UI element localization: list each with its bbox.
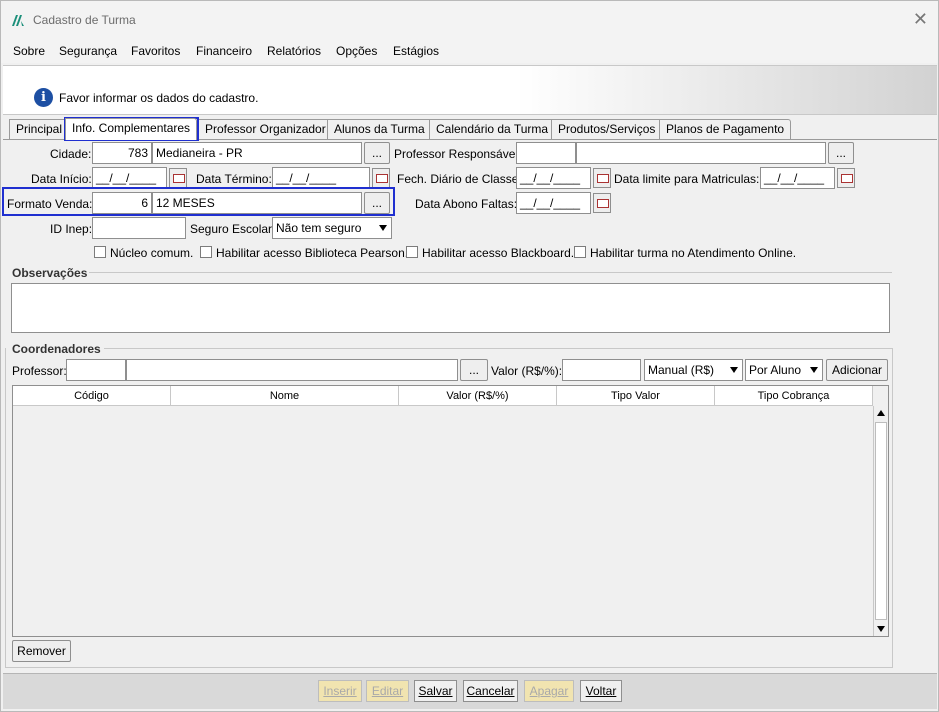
checkbox-blackboard-label: Habilitar acesso Blackboard. bbox=[422, 246, 575, 260]
data-abono-field[interactable]: __/__/____ bbox=[516, 192, 591, 214]
app-logo-icon bbox=[12, 15, 24, 26]
info-bar bbox=[3, 65, 937, 115]
fech-diario-label: Fech. Diário de Classe: bbox=[397, 172, 522, 186]
title-bar: Cadastro de Turma ✕ bbox=[1, 1, 938, 39]
coord-tipo-cobranca-select[interactable]: Por Aluno bbox=[745, 359, 823, 381]
coordenadores-divider bbox=[104, 348, 892, 349]
inserir-button[interactable]: Inserir bbox=[318, 680, 362, 702]
menu-bar: Sobre Segurança Favoritos Financeiro Rel… bbox=[1, 39, 938, 63]
coord-professor-name-field[interactable] bbox=[126, 359, 458, 381]
tab-info-complementares[interactable]: Info. Complementares bbox=[65, 118, 198, 140]
main-window: Cadastro de Turma ✕ Sobre Segurança Favo… bbox=[0, 0, 939, 712]
fech-diario-field[interactable]: __/__/____ bbox=[516, 167, 591, 189]
info-icon: i bbox=[34, 88, 53, 107]
coordenadores-label: Coordenadores bbox=[12, 342, 101, 356]
menu-relatorios[interactable]: Relatórios bbox=[267, 44, 321, 58]
column-header-tipo-cobranca[interactable]: Tipo Cobrança bbox=[715, 386, 873, 406]
data-inicio-label: Data Início: bbox=[31, 172, 92, 186]
tab-planos-de-pagamento[interactable]: Planos de Pagamento bbox=[659, 119, 792, 139]
coord-professor-label: Professor: bbox=[12, 364, 67, 378]
coordenadores-bottom-border bbox=[5, 667, 893, 668]
data-abono-calendar-icon[interactable] bbox=[593, 193, 611, 213]
coord-adicionar-button[interactable]: Adicionar bbox=[826, 359, 888, 381]
close-icon[interactable]: ✕ bbox=[913, 9, 928, 29]
column-header-codigo[interactable]: Código bbox=[13, 386, 171, 406]
data-inicio-calendar-icon[interactable] bbox=[169, 168, 187, 188]
coord-valor-label: Valor (R$/%): bbox=[491, 364, 563, 378]
remover-button[interactable]: Remover bbox=[12, 640, 71, 662]
editar-button[interactable]: Editar bbox=[366, 680, 409, 702]
checkbox-atendimento-online[interactable] bbox=[574, 246, 586, 258]
tab-principal[interactable]: Principal bbox=[9, 119, 70, 139]
data-limite-calendar-icon[interactable] bbox=[837, 168, 855, 188]
column-header-tipo-valor[interactable]: Tipo Valor bbox=[557, 386, 715, 406]
window-title: Cadastro de Turma bbox=[33, 13, 136, 27]
coordenadores-table: Código Nome Valor (R$/%) Tipo Valor Tipo… bbox=[12, 385, 889, 637]
cidade-lookup-button[interactable]: ... bbox=[364, 142, 390, 164]
coordenadores-right-border bbox=[892, 348, 893, 668]
menu-seguranca[interactable]: Segurança bbox=[59, 44, 117, 58]
menu-favoritos[interactable]: Favoritos bbox=[131, 44, 180, 58]
cidade-label: Cidade: bbox=[50, 147, 92, 161]
apagar-button[interactable]: Apagar bbox=[524, 680, 574, 702]
observacoes-divider bbox=[89, 272, 892, 273]
tab-professor-organizador[interactable]: Professor Organizador bbox=[198, 119, 333, 139]
column-header-valor[interactable]: Valor (R$/%) bbox=[399, 386, 557, 406]
tab-alunos-da-turma[interactable]: Alunos da Turma bbox=[327, 119, 432, 139]
checkbox-biblioteca-pearson[interactable] bbox=[200, 246, 212, 258]
data-limite-field[interactable]: __/__/____ bbox=[760, 167, 835, 189]
id-inep-label: ID Inep: bbox=[50, 222, 93, 236]
menu-sobre[interactable]: Sobre bbox=[13, 44, 45, 58]
coord-tipo-cobranca-value: Por Aluno bbox=[749, 363, 802, 377]
coordenadores-left-border bbox=[5, 348, 6, 668]
data-limite-label: Data limite para Matriculas: bbox=[614, 172, 760, 186]
data-termino-calendar-icon[interactable] bbox=[372, 168, 390, 188]
seguro-escolar-value: Não tem seguro bbox=[276, 221, 362, 235]
menu-estagios[interactable]: Estágios bbox=[393, 44, 439, 58]
professor-responsavel-lookup-button[interactable]: ... bbox=[828, 142, 854, 164]
menu-financeiro[interactable]: Financeiro bbox=[196, 44, 252, 58]
scroll-track[interactable] bbox=[875, 422, 887, 620]
menu-opcoes[interactable]: Opções bbox=[336, 44, 377, 58]
cidade-code-field[interactable]: 783 bbox=[92, 142, 152, 164]
coord-professor-code-field[interactable] bbox=[66, 359, 126, 381]
checkbox-atendimento-online-label: Habilitar turma no Atendimento Online. bbox=[590, 246, 797, 260]
coord-professor-lookup-button[interactable]: ... bbox=[460, 359, 488, 381]
observacoes-textarea[interactable] bbox=[11, 283, 890, 333]
seguro-escolar-label: Seguro Escolar: bbox=[190, 222, 276, 236]
tab-calendario-da-turma[interactable]: Calendário da Turma bbox=[429, 119, 556, 139]
scroll-up-icon[interactable] bbox=[877, 410, 885, 416]
fech-diario-calendar-icon[interactable] bbox=[593, 168, 611, 188]
voltar-button[interactable]: Voltar bbox=[580, 680, 622, 702]
checkbox-nucleo-comum-label: Núcleo comum. bbox=[110, 246, 194, 260]
chevron-down-icon bbox=[730, 367, 738, 373]
coord-valor-field[interactable] bbox=[562, 359, 641, 381]
chevron-down-icon bbox=[810, 367, 818, 373]
professor-responsavel-label: Professor Responsável: bbox=[394, 147, 522, 161]
coord-tipo-valor-select[interactable]: Manual (R$) bbox=[644, 359, 743, 381]
formato-venda-highlight-box bbox=[2, 187, 395, 216]
tab-produtos-servicos[interactable]: Produtos/Serviços bbox=[551, 119, 663, 139]
checkbox-nucleo-comum[interactable] bbox=[94, 246, 106, 258]
seguro-escolar-select[interactable]: Não tem seguro bbox=[272, 217, 392, 239]
data-abono-label: Data Abono Faltas: bbox=[415, 197, 518, 211]
checkbox-biblioteca-pearson-label: Habilitar acesso Biblioteca Pearson. bbox=[216, 246, 409, 260]
data-termino-field[interactable]: __/__/____ bbox=[272, 167, 370, 189]
observacoes-label: Observações bbox=[12, 266, 88, 280]
checkbox-blackboard[interactable] bbox=[406, 246, 418, 258]
salvar-button[interactable]: Salvar bbox=[414, 680, 457, 702]
chevron-down-icon bbox=[379, 225, 387, 231]
cidade-name-field[interactable]: Medianeira - PR bbox=[152, 142, 362, 164]
professor-responsavel-name-field[interactable] bbox=[576, 142, 826, 164]
info-message: Favor informar os dados do cadastro. bbox=[59, 91, 259, 105]
column-header-nome[interactable]: Nome bbox=[171, 386, 399, 406]
data-termino-label: Data Término: bbox=[196, 172, 272, 186]
id-inep-field[interactable] bbox=[92, 217, 186, 239]
scroll-down-icon[interactable] bbox=[877, 626, 885, 632]
data-inicio-field[interactable]: __/__/____ bbox=[92, 167, 167, 189]
cancelar-button[interactable]: Cancelar bbox=[463, 680, 518, 702]
coord-tipo-valor-value: Manual (R$) bbox=[648, 363, 715, 377]
professor-responsavel-code-field[interactable] bbox=[516, 142, 576, 164]
table-vertical-scrollbar[interactable] bbox=[873, 406, 888, 636]
